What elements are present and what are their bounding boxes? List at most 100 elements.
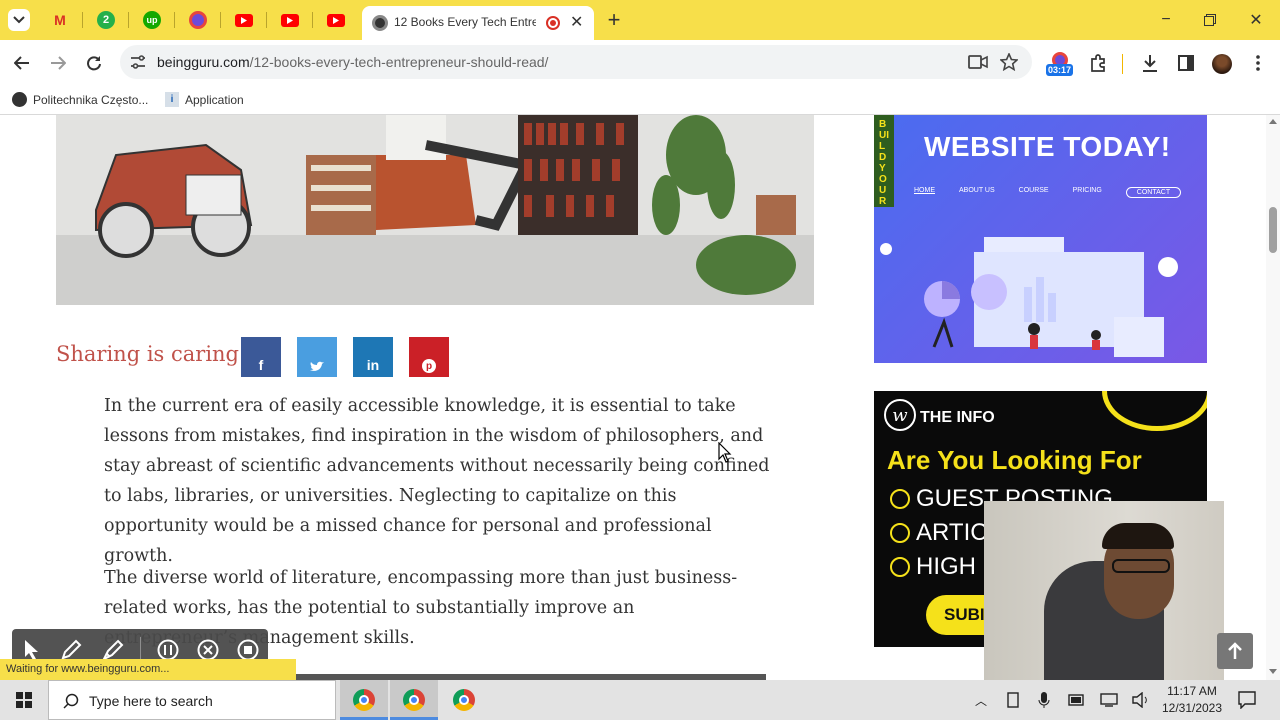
ad-banner-website[interactable]: BUILD YOUR WEBSITE TODAY! HOME ABOUT US … (874, 115, 1207, 363)
ad1-nav: HOME ABOUT US COURSE PRICING CONTACT (914, 187, 1182, 198)
bookmark-label: Application (185, 92, 244, 107)
ad1-vertical-text: BUILD YOUR (879, 119, 889, 207)
taskbar-chrome-app-1[interactable] (340, 680, 388, 720)
battery-icon[interactable] (1068, 693, 1086, 707)
tab-search-button[interactable] (8, 9, 30, 31)
ad1-nav-item: HOME (914, 187, 935, 194)
crosshair-icon (890, 557, 910, 577)
clock-date: 12/31/2023 (1161, 701, 1223, 715)
tab-gmail[interactable]: M (49, 9, 71, 31)
whatsapp-icon: 2 (97, 11, 115, 29)
pinterest-icon: p (422, 359, 436, 373)
back-button[interactable] (10, 51, 34, 75)
webcam-overlay (984, 501, 1224, 680)
tab-youtube-2[interactable] (279, 9, 301, 31)
sharing-label: Sharing is caring! (56, 342, 248, 366)
puzzle-icon (1091, 54, 1105, 72)
volume-icon[interactable] (1132, 692, 1150, 708)
forward-button[interactable] (46, 51, 70, 75)
pen-tool-icon[interactable] (60, 639, 82, 661)
camera-icon[interactable] (968, 55, 988, 69)
arrow-up-icon (1228, 642, 1242, 659)
device-icon[interactable] (1006, 692, 1020, 708)
ad2-item: ARTIC (890, 519, 988, 547)
scroll-down-arrow-icon (1269, 669, 1277, 674)
article-paragraph-1: In the current era of easily accessible … (104, 396, 770, 566)
ad1-nav-item: COURSE (1018, 187, 1049, 194)
scroll-to-top-button[interactable] (1217, 633, 1253, 669)
crosshair-icon (890, 489, 910, 509)
windows-logo-icon (16, 692, 32, 708)
bookmark-application[interactable]: i Application (165, 92, 244, 107)
stop-recording-icon[interactable] (237, 639, 259, 661)
side-panel-icon (1178, 55, 1194, 71)
youtube-icon (327, 13, 345, 27)
url-domain: beingguru.com (157, 54, 250, 70)
globe-icon (12, 92, 27, 107)
tab-youtube-1[interactable] (233, 9, 255, 31)
start-button[interactable] (0, 680, 48, 720)
ad1-illustration (880, 237, 1178, 357)
pointer-tool-icon[interactable] (24, 639, 40, 661)
taskbar: Type here to search ︿ 11:17 AM 12/31/202… (0, 680, 1280, 720)
minimize-button[interactable]: − (1154, 8, 1178, 32)
back-arrow-icon (14, 56, 29, 70)
profile-avatar[interactable] (1212, 54, 1232, 74)
ad2-logo-icon: w (884, 399, 916, 431)
search-placeholder: Type here to search (89, 693, 213, 709)
bookmark-star-icon[interactable] (1000, 53, 1018, 71)
gmail-icon: M (54, 12, 66, 28)
tab-whatsapp[interactable]: 2 (95, 9, 117, 31)
twitter-share-button[interactable] (297, 337, 337, 377)
ad1-nav-item: CONTACT (1125, 187, 1182, 198)
taskbar-chrome-app-2[interactable] (390, 680, 438, 720)
new-tab-button[interactable]: + (602, 7, 626, 32)
microphone-icon[interactable] (1038, 692, 1050, 708)
address-bar[interactable]: beingguru.com/12-books-every-tech-entrep… (120, 45, 1032, 79)
tab-screencast[interactable] (187, 9, 209, 31)
taskbar-clock[interactable]: 11:17 AM 12/31/2023 (1158, 683, 1226, 717)
forward-arrow-icon (51, 56, 66, 70)
taskbar-search-box[interactable]: Type here to search (48, 680, 336, 720)
youtube-icon (235, 13, 253, 27)
screencast-extension-button[interactable]: 03:17 (1046, 50, 1076, 78)
facebook-share-button[interactable]: f (241, 337, 281, 377)
side-panel-button[interactable] (1174, 51, 1198, 75)
scroll-up-arrow-icon (1269, 119, 1277, 124)
taskbar-chrome-app-3[interactable] (440, 680, 488, 720)
article-hero-image (56, 115, 814, 305)
ad2-yellow-arc (1102, 391, 1207, 431)
linkedin-share-button[interactable]: in (353, 337, 393, 377)
bookmark-politechnika[interactable]: Politechnika Często... (12, 92, 148, 107)
tab-active[interactable]: 12 Books Every Tech Entrepr ✕ (362, 6, 594, 40)
facebook-icon: f (258, 357, 264, 373)
restore-button[interactable] (1198, 8, 1222, 32)
chevron-up-icon[interactable]: ︿ (975, 692, 987, 709)
screencast-icon (189, 11, 207, 29)
notifications-icon[interactable] (1238, 691, 1256, 709)
recording-timer-badge: 03:17 (1046, 64, 1074, 76)
chrome-icon (403, 689, 425, 711)
reload-button[interactable] (82, 51, 106, 75)
pause-icon[interactable] (157, 639, 179, 661)
cancel-recording-icon[interactable] (197, 639, 219, 661)
menu-button[interactable] (1246, 51, 1270, 75)
site-settings-icon[interactable] (130, 55, 146, 69)
ad1-headline: WEBSITE TODAY! (924, 131, 1171, 162)
network-icon[interactable] (1100, 693, 1118, 707)
tab-upwork[interactable]: up (141, 9, 163, 31)
site-favicon-icon (372, 15, 388, 31)
pinterest-share-button[interactable]: p (409, 337, 449, 377)
ad2-brand: THE INFO (920, 409, 995, 426)
tab-youtube-3[interactable] (325, 9, 347, 31)
scrollbar-thumb[interactable] (1269, 207, 1277, 253)
downloads-button[interactable] (1138, 51, 1162, 75)
page-scrollbar[interactable] (1266, 115, 1280, 680)
restore-icon (1204, 14, 1216, 26)
close-tab-icon[interactable]: ✕ (570, 12, 583, 32)
close-window-button[interactable]: ✕ (1244, 8, 1268, 32)
url-path: /12-books-every-tech-entrepreneur-should… (249, 54, 549, 70)
highlighter-tool-icon[interactable] (102, 639, 124, 661)
extensions-button[interactable] (1086, 51, 1110, 75)
url-text[interactable]: beingguru.com/12-books-every-tech-entrep… (157, 54, 548, 70)
